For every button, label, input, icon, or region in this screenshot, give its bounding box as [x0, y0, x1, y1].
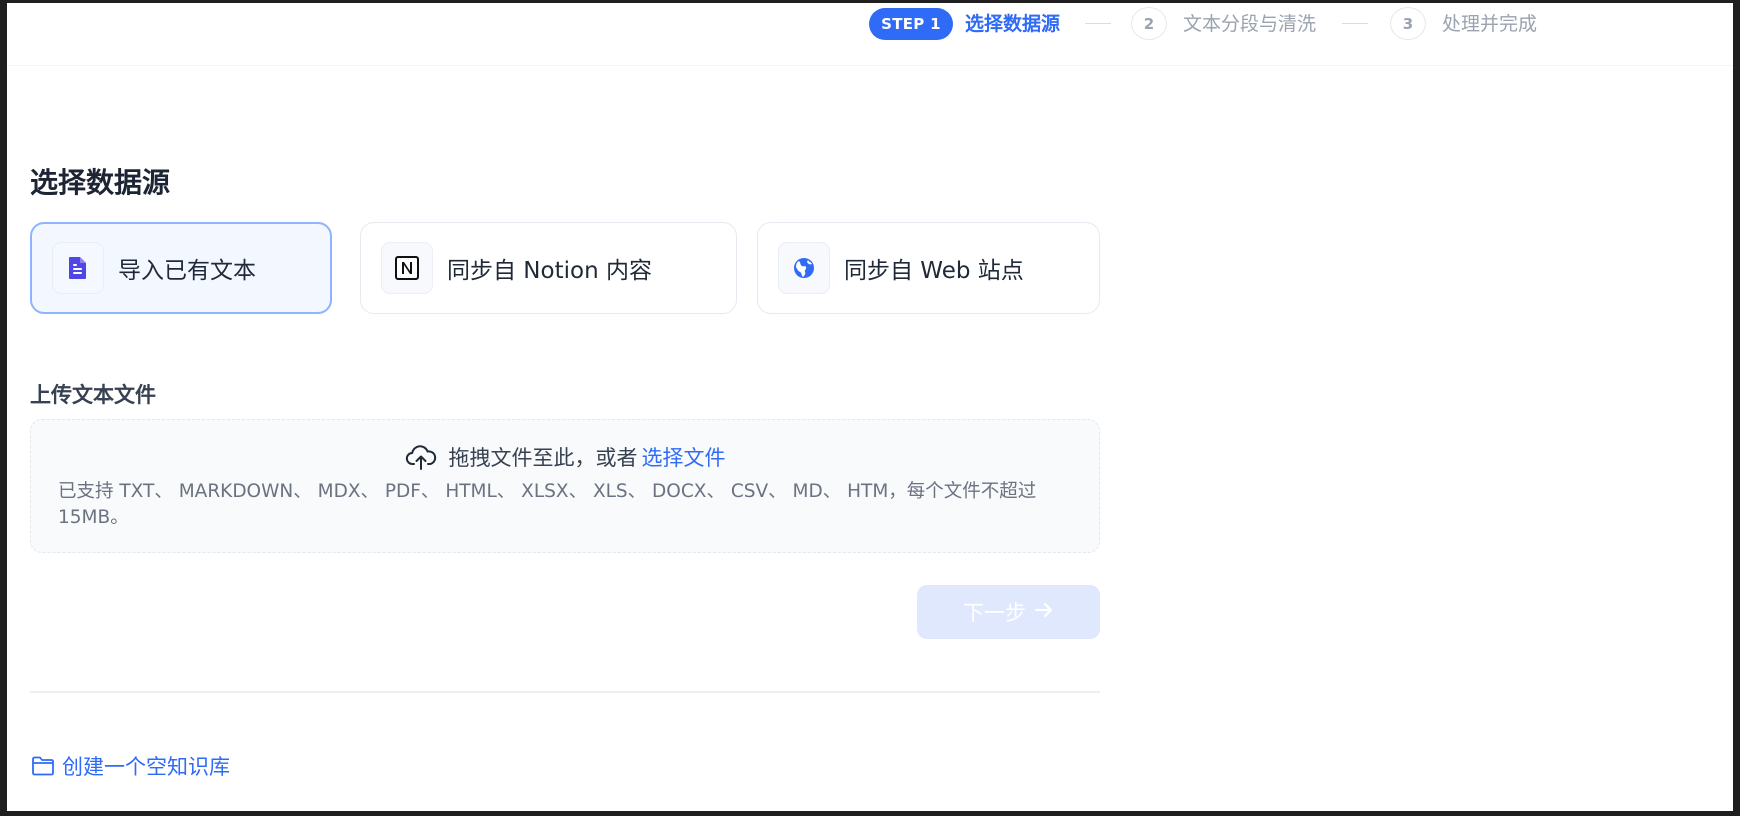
step1-label: 选择数据源 [965, 13, 1061, 35]
step2-number: 2 [1131, 7, 1167, 40]
source-card-web[interactable]: 同步自 Web 站点 [757, 222, 1100, 314]
step1-badge: STEP 1 [869, 8, 953, 40]
step3-label: 处理并完成 [1442, 13, 1538, 35]
file-text-icon [52, 242, 104, 294]
step3-number: 3 [1390, 7, 1426, 40]
supported-formats-text: 已支持 TXT、 MARKDOWN、 MDX、 PDF、 HTML、 XLSX、… [58, 481, 1037, 528]
page-title: 选择数据源 [30, 166, 171, 199]
stepper: STEP 1 选择数据源 2 文本分段与清洗 3 处理并完成 [7, 3, 1733, 66]
next-step-label: 下一步 [963, 601, 1026, 625]
create-empty-knowledge-link[interactable]: 创建一个空知识库 [31, 751, 230, 781]
select-file-link[interactable]: 选择文件 [642, 442, 726, 472]
divider [30, 691, 1100, 693]
knowledge-create-page: STEP 1 选择数据源 2 文本分段与清洗 3 处理并完成 选择数据源 导入已… [7, 3, 1733, 811]
globe-icon [778, 242, 830, 294]
source-card-label: 导入已有文本 [118, 258, 256, 284]
dropzone-prompt: 拖拽文件至此，或者 选择文件 [31, 442, 1099, 472]
source-card-label: 同步自 Notion 内容 [447, 258, 652, 284]
cloud-upload-icon [405, 443, 437, 471]
source-card-notion[interactable]: 同步自 Notion 内容 [360, 222, 737, 314]
arrow-right-icon [1034, 600, 1054, 625]
next-step-button[interactable]: 下一步 [917, 585, 1100, 639]
notion-icon [381, 242, 433, 294]
file-dropzone[interactable]: 拖拽文件至此，或者 选择文件 已支持 TXT、 MARKDOWN、 MDX、 P… [30, 419, 1100, 553]
upload-section-title: 上传文本文件 [30, 383, 156, 407]
folder-icon [31, 755, 55, 777]
source-card-label: 同步自 Web 站点 [844, 258, 1024, 284]
dropzone-text: 拖拽文件至此，或者 [448, 446, 638, 470]
step-separator [1085, 23, 1111, 24]
step-separator [1342, 23, 1368, 24]
step2-label: 文本分段与清洗 [1183, 13, 1317, 35]
create-empty-label: 创建一个空知识库 [62, 755, 230, 779]
source-card-import-text[interactable]: 导入已有文本 [30, 222, 332, 314]
